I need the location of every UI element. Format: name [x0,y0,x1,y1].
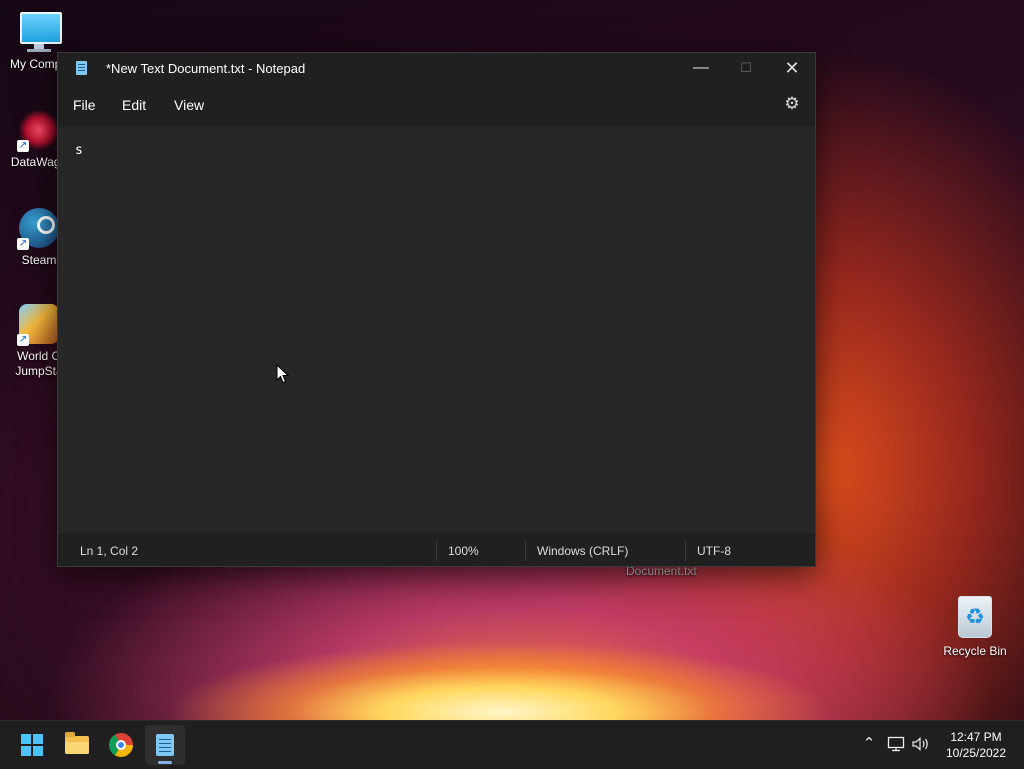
close-button[interactable]: ✕ [769,53,815,85]
menu-bar: File Edit View ⚙ [58,85,815,125]
settings-gear-icon[interactable]: ⚙ [782,94,802,114]
minimize-button[interactable]: — [678,53,724,85]
desktop-icon-recycle-bin[interactable]: Recycle Bin [940,596,1010,658]
notepad-window: *New Text Document.txt - Notepad — ☐ ✕ F… [57,52,816,567]
window-title: *New Text Document.txt - Notepad [106,61,306,76]
mouse-cursor-icon [276,364,290,384]
clock-date: 10/25/2022 [945,746,1007,760]
taskbar-chrome[interactable] [101,725,141,765]
desktop-icon-label: Recycle Bin [943,644,1007,658]
minimize-icon: — [693,59,709,76]
start-button[interactable] [12,725,52,765]
network-icon[interactable] [885,733,907,755]
computer-icon [17,10,62,54]
start-icon [21,734,43,756]
text-editor[interactable]: s [58,127,815,533]
line-ending: Windows (CRLF) [537,544,629,558]
recycle-bin-icon [958,596,992,638]
maximize-icon: ☐ [740,60,752,75]
taskbar-notepad[interactable] [145,725,185,765]
notepad-icon [156,734,174,756]
status-divider [685,541,686,561]
editor-content: s [75,143,83,158]
maximize-button[interactable]: ☐ [723,53,769,85]
datawagon-icon: ↗ [17,108,61,152]
menu-edit[interactable]: Edit [122,97,146,113]
active-indicator [158,761,172,764]
menu-view[interactable]: View [174,97,204,113]
taskbar: ⌃ 12:47 PM 10/25/2022 [0,720,1024,769]
volume-icon[interactable] [910,733,932,755]
chevron-up-icon[interactable]: ⌃ [858,733,880,755]
cursor-position: Ln 1, Col 2 [80,544,139,558]
close-icon: ✕ [784,58,800,78]
status-divider [436,541,437,561]
game-icon: ↗ [17,302,61,346]
shortcut-arrow-icon: ↗ [17,140,29,152]
menu-file[interactable]: File [73,97,96,113]
shortcut-arrow-icon: ↗ [17,334,29,346]
system-clock[interactable]: 12:47 PM 10/25/2022 [940,729,1012,761]
shortcut-arrow-icon: ↗ [17,238,29,250]
file-explorer-icon [65,732,89,754]
encoding: UTF-8 [697,544,731,558]
steam-icon: ↗ [17,206,61,250]
chrome-icon [109,733,133,757]
notepad-icon [76,61,87,75]
status-bar: Ln 1, Col 2 100% Windows (CRLF) UTF-8 [58,537,815,565]
clock-time: 12:47 PM [950,730,1002,744]
title-bar[interactable]: *New Text Document.txt - Notepad — ☐ ✕ [58,53,815,85]
taskbar-file-explorer[interactable] [57,725,97,765]
status-divider [525,541,526,561]
zoom-level: 100% [448,544,479,558]
